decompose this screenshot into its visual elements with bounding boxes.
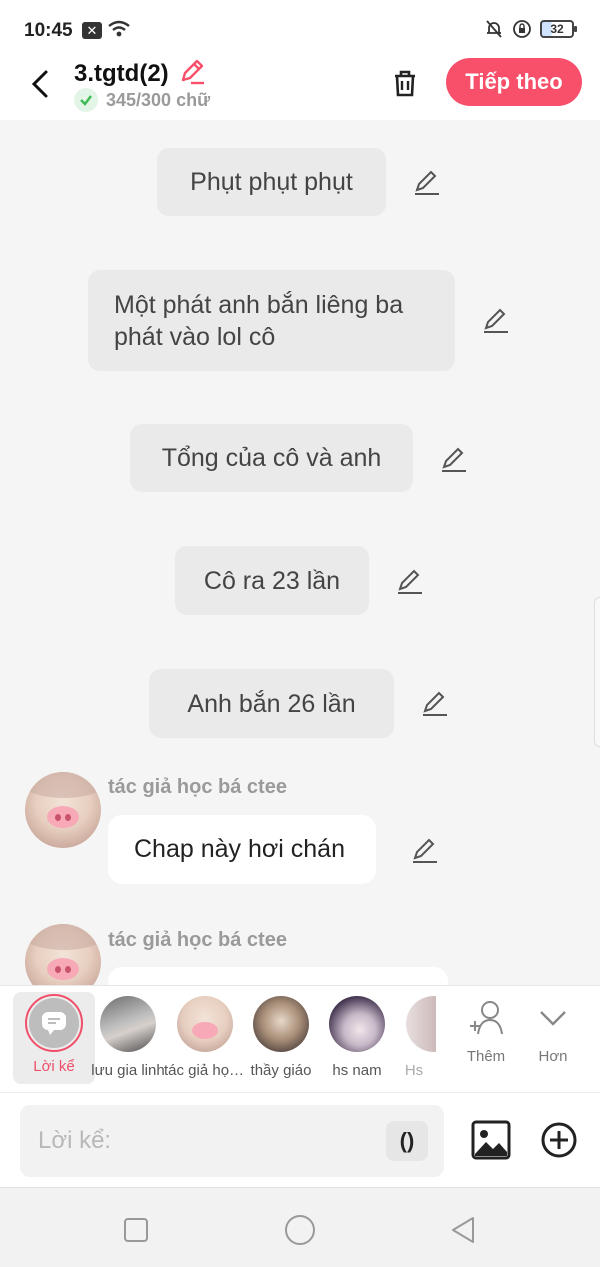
delete-button[interactable] (386, 64, 424, 102)
system-nav-bar (0, 1187, 600, 1267)
word-count-row: 345/300 chữ (74, 88, 210, 112)
character-hs-nam[interactable]: hs nam (316, 992, 398, 1079)
page-title: 3.tgtd(2) (74, 59, 169, 87)
rotation-lock-icon (513, 20, 531, 38)
narration-bubble[interactable]: Phụt phụt phụt (157, 148, 386, 216)
character-avatar (177, 996, 233, 1052)
word-count: 345/300 chữ (106, 89, 211, 110)
narration-bubble[interactable]: Một phát anh bắn liêng ba phát vào lol c… (88, 270, 455, 371)
pencil-icon (181, 59, 205, 85)
avatar[interactable] (25, 924, 101, 985)
narration-bubble[interactable]: Tổng của cô và anh (130, 424, 413, 492)
notification-icon: ✕ (82, 22, 102, 39)
battery-icon: 32 (540, 20, 577, 38)
insert-image-button[interactable] (470, 1119, 512, 1161)
back-button[interactable] (22, 66, 58, 102)
more-button[interactable]: Hơn (520, 998, 586, 1065)
editor-header: 3.tgtd(2) 345/300 chữ Tiếp theo (0, 58, 600, 120)
add-person-icon (470, 1001, 503, 1035)
character-name: lưu gia linh (91, 1062, 165, 1079)
speaker-name: tác giả học bá ctee (108, 776, 287, 798)
recents-button[interactable] (118, 1212, 154, 1248)
wifi-icon (108, 20, 130, 37)
character-name: hs nam (332, 1062, 382, 1079)
story-content[interactable]: Phụt phụt phụt Một phát anh bắn liêng ba… (0, 120, 600, 985)
add-character-button[interactable]: Thêm (453, 998, 519, 1065)
chevron-down-icon (540, 1011, 566, 1026)
status-bar: 10:45 ✕ 32 (0, 0, 600, 60)
mute-bell-icon (486, 20, 502, 38)
next-button[interactable]: Tiếp theo (446, 58, 582, 106)
edit-pencil-icon[interactable] (396, 567, 424, 595)
title-area: 3.tgtd(2) (74, 56, 207, 91)
narration-icon (42, 1012, 66, 1035)
edit-pencil-icon[interactable] (421, 689, 449, 717)
character-thay-giao[interactable]: thầy giáo (240, 992, 322, 1079)
edit-pencil-icon[interactable] (411, 836, 439, 864)
character-tac-gia[interactable]: tác giả học bá ctee (164, 992, 246, 1079)
character-avatar (329, 996, 385, 1052)
triangle-back-icon (452, 1217, 474, 1243)
square-icon (124, 1218, 148, 1242)
image-icon (471, 1120, 511, 1160)
character-hs[interactable]: Hs (392, 992, 436, 1079)
character-name: Hs (404, 1062, 424, 1079)
parenthesis-button[interactable]: () (386, 1121, 428, 1161)
narration-bubble[interactable]: Cô ra 23 lần (175, 546, 369, 615)
system-back-button[interactable] (445, 1212, 481, 1248)
add-more-button[interactable] (540, 1121, 578, 1159)
more-label: Hơn (538, 1048, 568, 1065)
message-input[interactable] (38, 1123, 378, 1159)
character-name: thầy giáo (250, 1062, 312, 1079)
character-name: tác giả học bá ctee (164, 1062, 246, 1079)
character-strip: Lời kể lưu gia linh tác giả học bá ctee … (0, 985, 600, 1092)
character-name: Lời kể (33, 1058, 75, 1075)
circle-icon (285, 1215, 315, 1245)
dialogue-bubble[interactable]: Chap này hơi chán (108, 815, 376, 884)
edit-pencil-icon[interactable] (440, 445, 468, 473)
back-arrow-icon (31, 70, 48, 98)
side-scroll-handle[interactable] (594, 597, 600, 747)
composer: () (0, 1092, 600, 1187)
check-icon (74, 88, 98, 112)
character-avatar (406, 996, 436, 1052)
add-character-label: Thêm (466, 1048, 506, 1065)
dialogue-bubble[interactable] (108, 967, 448, 985)
plus-circle-icon (541, 1122, 577, 1158)
message-input-box: () (20, 1105, 444, 1177)
speaker-name: tác giả học bá ctee (108, 929, 287, 951)
character-avatar (100, 996, 156, 1052)
trash-icon (395, 70, 415, 97)
character-luu-gia-linh[interactable]: lưu gia linh (87, 992, 169, 1079)
avatar[interactable] (25, 772, 101, 848)
character-narrator[interactable]: Lời kể (13, 992, 95, 1084)
character-avatar (253, 996, 309, 1052)
edit-title-button[interactable] (177, 56, 207, 91)
narration-bubble[interactable]: Anh bắn 26 lần (149, 669, 394, 738)
status-time: 10:45 (24, 20, 73, 41)
edit-pencil-icon[interactable] (413, 168, 441, 196)
edit-pencil-icon[interactable] (482, 306, 510, 334)
home-button[interactable] (282, 1212, 318, 1248)
